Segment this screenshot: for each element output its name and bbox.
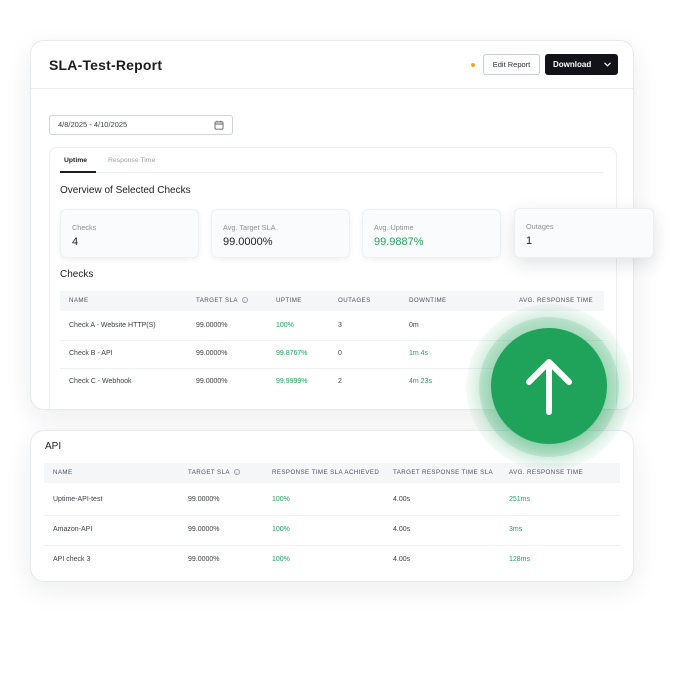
- calendar-icon[interactable]: [214, 120, 224, 130]
- col-downtime: DOWNTIME: [409, 297, 447, 304]
- tab-divider: [60, 172, 604, 173]
- download-button[interactable]: Download: [545, 54, 618, 75]
- stat-value: 1: [526, 235, 533, 247]
- api-target: 99.0000%: [188, 556, 220, 563]
- api-target-rt: 4.00s: [393, 556, 411, 563]
- api-target: 99.0000%: [188, 496, 220, 503]
- col-name: NAME: [69, 297, 89, 304]
- check-uptime: 99.9999%: [276, 378, 308, 385]
- stat-label: Outages: [526, 222, 554, 231]
- tab-uptime[interactable]: Uptime: [64, 157, 87, 164]
- check-downtime: 4m 23s: [409, 378, 432, 385]
- stat-card-target-sla: Avg. Target SLA 99.0000%: [211, 209, 350, 258]
- api-title: API: [45, 441, 62, 452]
- stat-label: Avg. Uptime: [374, 223, 414, 232]
- check-name[interactable]: Check B - API: [69, 350, 113, 357]
- api-col-target-sla: TARGET SLA i: [188, 469, 240, 476]
- scroll-up-button[interactable]: [491, 328, 607, 444]
- api-col-avg-rt: AVG. RESPONSE TIME: [509, 469, 584, 476]
- page-title: SLA-Test-Report: [49, 57, 163, 73]
- overview-title: Overview of Selected Checks: [60, 185, 191, 196]
- check-uptime: 99.8767%: [276, 350, 308, 357]
- check-target: 99.0000%: [196, 350, 228, 357]
- chevron-down-icon[interactable]: [603, 60, 612, 69]
- api-achieved: 100%: [272, 496, 290, 503]
- check-outages: 3: [338, 322, 342, 329]
- check-name[interactable]: Check A - Website HTTP(S): [69, 322, 156, 329]
- check-outages: 2: [338, 378, 342, 385]
- tab-response-time[interactable]: Response Time: [108, 157, 155, 164]
- api-name[interactable]: API check 3: [53, 556, 90, 563]
- api-name[interactable]: Uptime-API-test: [53, 496, 102, 503]
- col-target-sla-label: TARGET SLA: [196, 297, 238, 304]
- api-name[interactable]: Amazon-API: [53, 526, 92, 533]
- checks-title: Checks: [60, 269, 94, 280]
- stat-value: 4: [72, 236, 79, 248]
- api-avg-rt: 3ms: [509, 526, 523, 533]
- api-avg-rt: 251ms: [509, 496, 531, 503]
- stat-card-uptime: Avg. Uptime 99.9887%: [362, 209, 501, 258]
- col-outages: OUTAGES: [338, 297, 371, 304]
- stat-card-outages: Outages 1: [514, 208, 654, 258]
- info-icon: i: [233, 469, 240, 476]
- api-col-target-rt: TARGET RESPONSE TIME SLA: [393, 469, 494, 476]
- api-avg-rt: 128ms: [509, 556, 531, 563]
- api-achieved: 100%: [272, 556, 290, 563]
- status-dot: [471, 63, 475, 67]
- arrow-up-icon: [526, 359, 572, 415]
- api-col-rt-achieved: RESPONSE TIME SLA ACHIEVED: [272, 469, 380, 476]
- check-downtime: 1m 4s: [409, 350, 429, 357]
- info-icon: i: [241, 297, 248, 304]
- col-target-sla: TARGET SLA i: [196, 297, 248, 304]
- stat-card-checks: Checks 4: [60, 209, 199, 258]
- check-outages: 0: [338, 350, 342, 357]
- api-achieved: 100%: [272, 526, 290, 533]
- date-range-input[interactable]: 4/8/2025 - 4/10/2025: [49, 115, 233, 135]
- download-button-label: Download: [553, 60, 592, 69]
- api-col-target-sla-label: TARGET SLA: [188, 469, 230, 476]
- check-uptime: 100%: [276, 322, 294, 329]
- stat-label: Avg. Target SLA: [223, 223, 276, 232]
- api-target: 99.0000%: [188, 526, 220, 533]
- api-col-name: NAME: [53, 469, 73, 476]
- stat-label: Checks: [72, 223, 97, 232]
- stat-value: 99.0000%: [223, 236, 273, 248]
- col-avg-response-time: AVG. RESPONSE TIME: [519, 297, 594, 304]
- stat-value: 99.9887%: [374, 236, 424, 248]
- row-divider: [44, 545, 620, 546]
- api-target-rt: 4.00s: [393, 526, 411, 533]
- edit-report-button[interactable]: Edit Report: [483, 54, 540, 75]
- api-target-rt: 4.00s: [393, 496, 411, 503]
- stage: SLA-Test-Report Edit Report Download 4/8…: [0, 0, 680, 680]
- check-target: 99.0000%: [196, 322, 228, 329]
- col-uptime: UPTIME: [276, 297, 302, 304]
- tab-active-indicator: [60, 171, 96, 173]
- date-range-value: 4/8/2025 - 4/10/2025: [58, 120, 128, 129]
- check-downtime: 0m: [409, 322, 419, 329]
- row-divider: [44, 515, 620, 516]
- check-name[interactable]: Check C - Webhook: [69, 378, 132, 385]
- report-header: SLA-Test-Report Edit Report Download: [31, 41, 633, 89]
- check-target: 99.0000%: [196, 378, 228, 385]
